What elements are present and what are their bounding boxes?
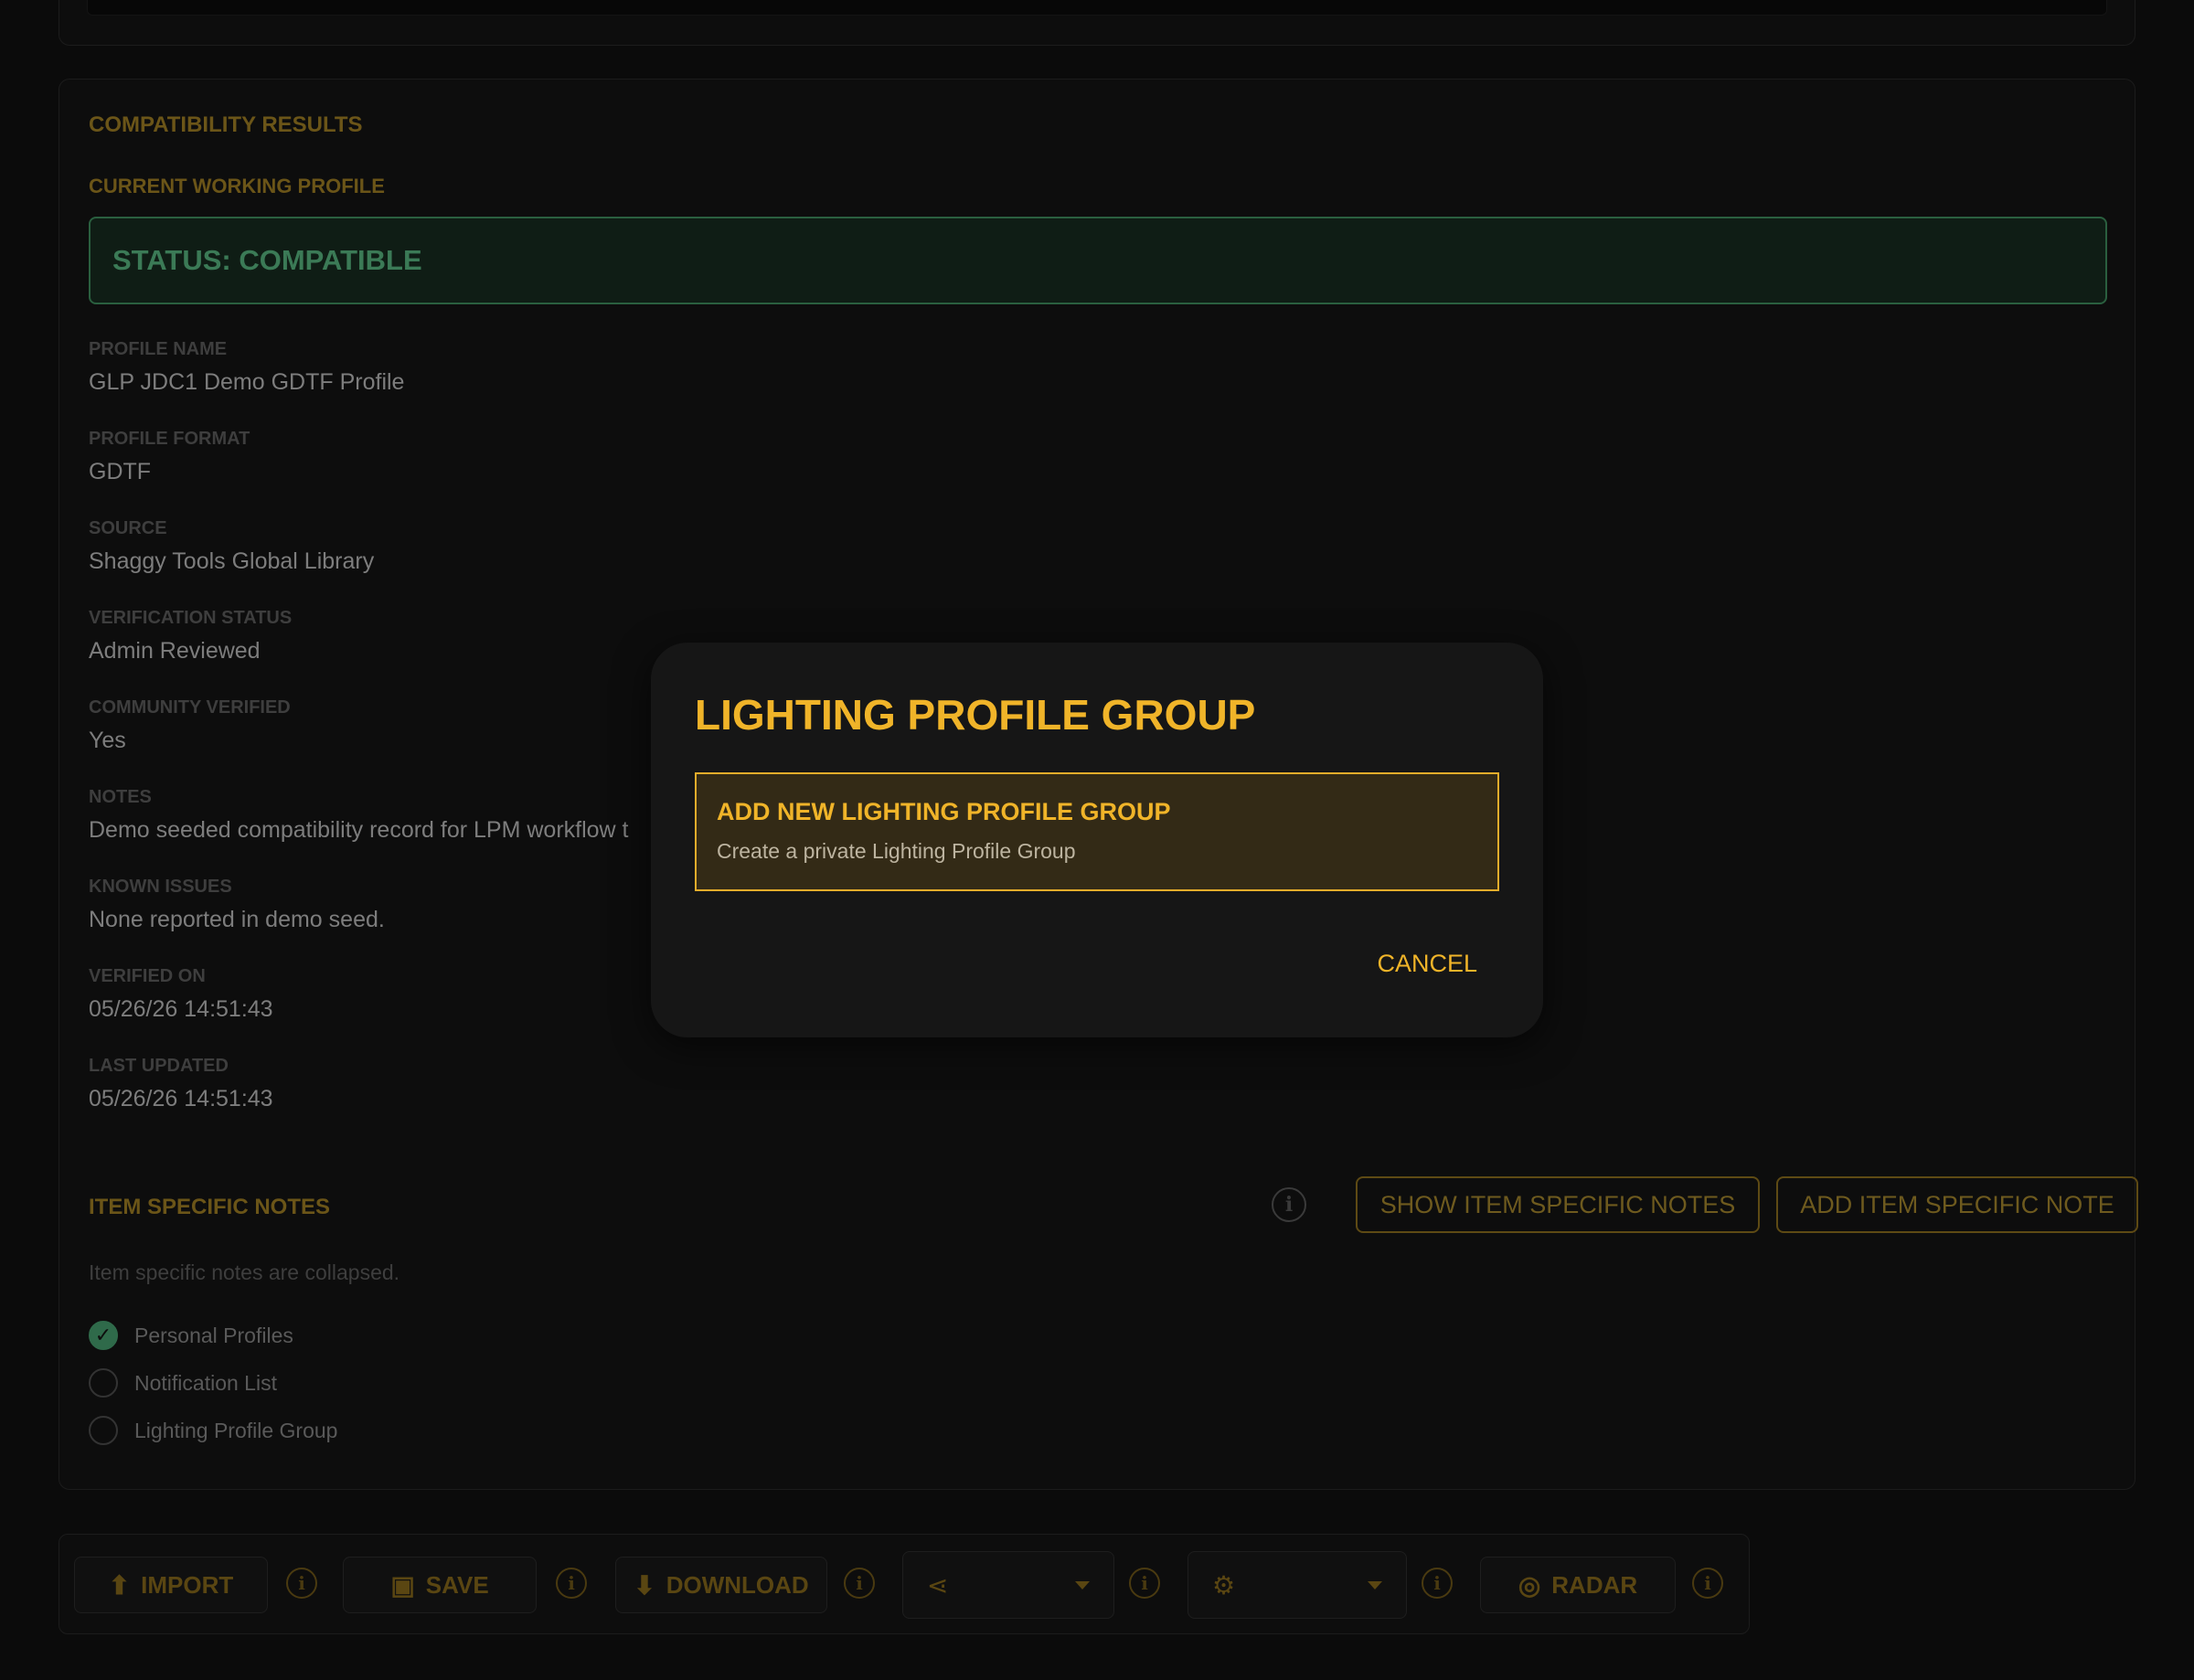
page: COMPATIBILITY RESULTS CURRENT WORKING PR… (0, 0, 2194, 1680)
lighting-profile-group-dialog: LIGHTING PROFILE GROUP ADD NEW LIGHTING … (651, 643, 1543, 1037)
add-new-group-option[interactable]: ADD NEW LIGHTING PROFILE GROUP Create a … (695, 772, 1499, 891)
option-subtitle: Create a private Lighting Profile Group (717, 839, 1076, 863)
option-title: ADD NEW LIGHTING PROFILE GROUP (717, 798, 1171, 825)
dialog-title: LIGHTING PROFILE GROUP (695, 691, 1256, 739)
cancel-button[interactable]: CANCEL (1377, 950, 1477, 978)
